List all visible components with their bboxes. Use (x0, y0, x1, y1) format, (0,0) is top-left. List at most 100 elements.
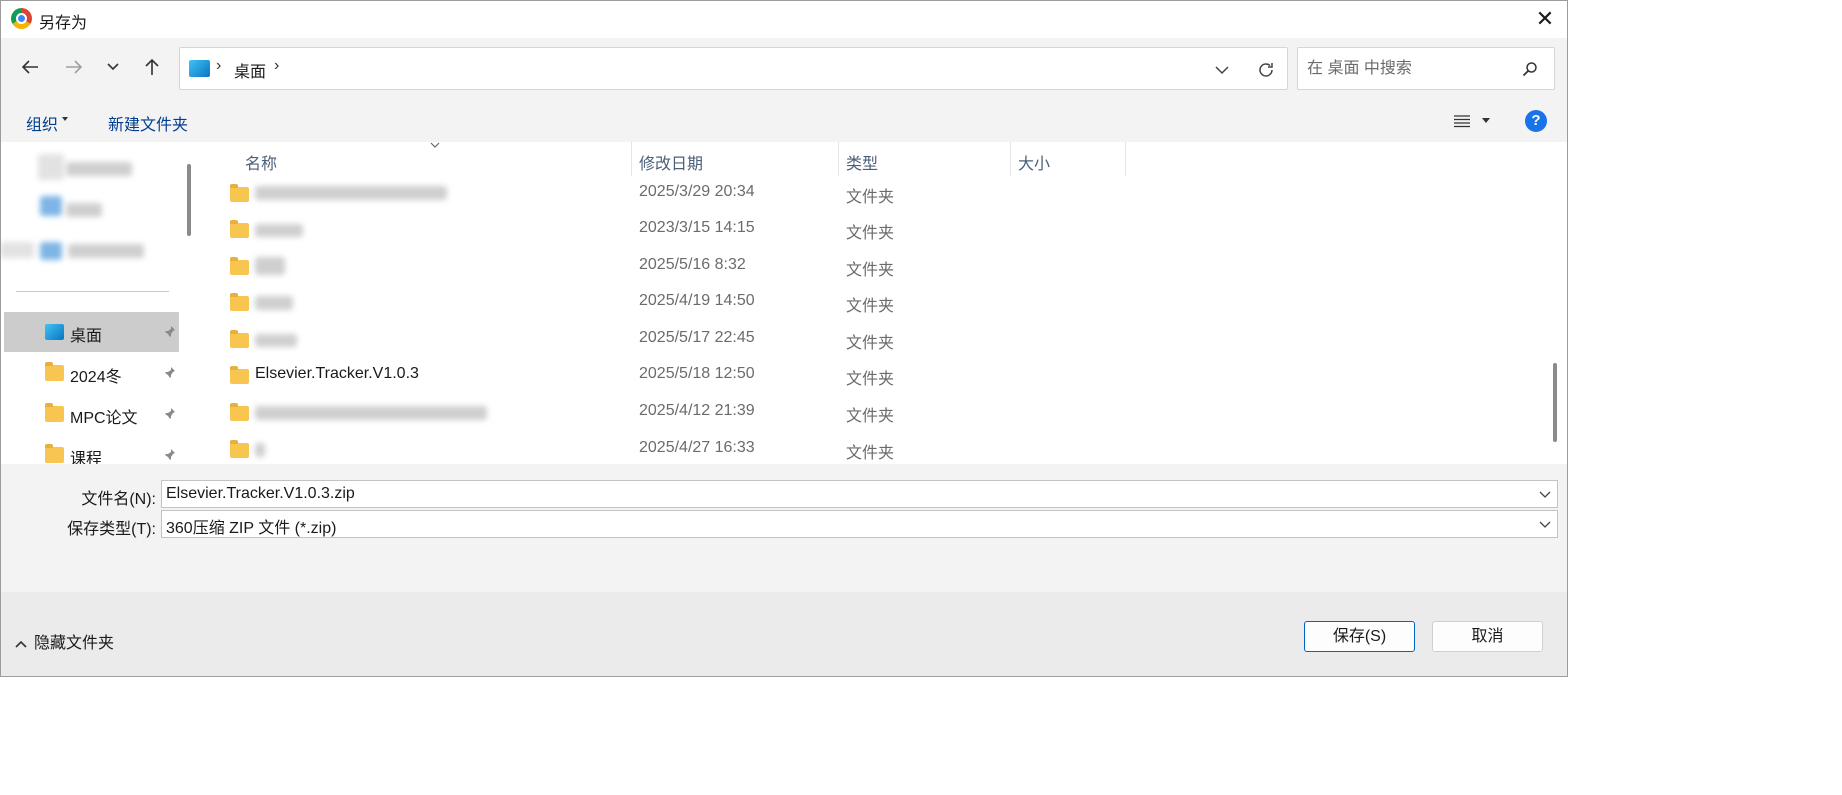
file-list-scrollbar[interactable] (1553, 363, 1557, 442)
file-date: 2025/5/16 8:32 (639, 256, 746, 273)
file-row[interactable]: 2025/5/16 8:32 文件夹 (202, 249, 1549, 285)
file-row[interactable]: 2025/4/12 21:39 文件夹 (202, 395, 1549, 431)
column-header-name[interactable]: 名称 (237, 142, 630, 176)
filetype-select[interactable]: 360压缩 ZIP 文件 (*.zip) (161, 510, 1558, 538)
up-arrow-icon (145, 58, 159, 75)
chevron-up-icon (15, 640, 27, 648)
filename-combobox[interactable] (161, 480, 1558, 508)
help-button[interactable]: ? (1525, 110, 1547, 132)
search-icon[interactable] (1520, 59, 1540, 79)
folder-icon (45, 444, 64, 463)
address-bar[interactable]: › 桌面 › (179, 47, 1288, 90)
file-row[interactable]: 2025/3/29 20:34 文件夹 (202, 176, 1549, 212)
caret-down-icon[interactable] (1482, 118, 1490, 123)
pin-icon (164, 408, 175, 420)
breadcrumb-separator[interactable]: › (216, 57, 221, 75)
file-row[interactable]: 2025/5/17 22:45 文件夹 (202, 322, 1549, 358)
column-divider[interactable] (1125, 142, 1126, 176)
search-input[interactable] (1307, 58, 1507, 80)
file-list: 名称 修改日期 类型 大小 2025/3/29 20:34 文件夹 2023/3… (202, 142, 1549, 464)
folder-icon (230, 220, 249, 238)
blurred-icon (40, 242, 62, 260)
command-toolbar: 组织 新建文件夹 ? (0, 100, 1568, 142)
file-name: Elsevier.Tracker.V1.0.3 (255, 365, 419, 382)
folder-icon (230, 257, 249, 275)
pin-icon (164, 449, 175, 461)
file-date: 2025/4/12 21:39 (639, 402, 755, 419)
blurred-filename (255, 186, 447, 200)
view-options-button[interactable] (1451, 110, 1473, 132)
chevron-down-icon[interactable] (1538, 517, 1552, 531)
up-button[interactable] (136, 51, 168, 83)
save-form-area: 文件名(N): 保存类型(T): 360压缩 ZIP 文件 (*.zip) 隐藏… (0, 464, 1568, 677)
column-header-modified[interactable]: 修改日期 (631, 142, 838, 176)
file-date: 2025/4/19 14:50 (639, 292, 755, 309)
file-row[interactable]: 2025/4/19 14:50 文件夹 (202, 285, 1549, 321)
file-date: 2025/5/17 22:45 (639, 329, 755, 346)
file-date: 2025/3/29 20:34 (639, 183, 755, 200)
recent-locations-button[interactable] (97, 51, 129, 83)
blurred-icon (40, 196, 62, 216)
blurred-filename (255, 406, 487, 420)
chevron-down-icon (1215, 66, 1229, 75)
sidebar-item-2024winter[interactable]: 2024冬 (4, 353, 179, 393)
address-dropdown-button[interactable] (1211, 59, 1233, 81)
filetype-label: 保存类型(T): (67, 521, 156, 538)
file-type: 文件夹 (846, 371, 895, 388)
blurred-label (66, 203, 102, 217)
folder-icon (230, 293, 249, 311)
breadcrumb-separator[interactable]: › (274, 57, 279, 75)
blurred-filename (255, 257, 285, 275)
sidebar-item-label: 2024冬 (70, 369, 122, 386)
close-button[interactable]: ✕ (1534, 8, 1556, 30)
blurred-label (66, 162, 132, 176)
caret-down-icon (62, 117, 68, 121)
file-date: 2025/4/27 16:33 (639, 439, 755, 456)
refresh-button[interactable] (1254, 58, 1278, 82)
blurred-filename (255, 296, 293, 310)
forward-button[interactable] (58, 51, 90, 83)
chrome-icon (11, 8, 32, 29)
back-arrow-icon (21, 60, 38, 74)
filename-label: 文件名(N): (81, 491, 156, 508)
chevron-down-icon (107, 63, 119, 71)
organize-menu[interactable]: 组织 (26, 111, 58, 135)
column-header-type[interactable]: 类型 (838, 142, 1010, 176)
file-type: 文件夹 (846, 335, 895, 352)
blurred-icon (0, 242, 34, 258)
chevron-down-icon[interactable] (1538, 487, 1552, 501)
back-button[interactable] (14, 51, 46, 83)
sidebar-item-desktop[interactable]: 桌面 (4, 312, 179, 352)
sidebar-scrollbar[interactable] (187, 164, 191, 236)
save-button[interactable]: 保存(S) (1304, 621, 1415, 652)
blurred-filename (255, 334, 297, 347)
refresh-icon (1259, 63, 1273, 77)
folder-icon (230, 366, 249, 384)
sidebar-item-mpc-papers[interactable]: MPC论文 (4, 394, 179, 434)
file-row[interactable]: 2023/3/15 14:15 文件夹 (202, 212, 1549, 248)
new-folder-button[interactable]: 新建文件夹 (108, 111, 188, 135)
hide-folders-label: 隐藏文件夹 (34, 635, 115, 652)
file-row[interactable]: 2025/4/27 16:33 文件夹 (202, 432, 1549, 464)
folder-icon (230, 440, 249, 458)
filename-input[interactable] (166, 484, 1506, 504)
sidebar-item-label: 桌面 (70, 328, 103, 345)
cancel-button[interactable]: 取消 (1432, 621, 1543, 652)
column-header-size[interactable]: 大小 (1010, 142, 1125, 176)
sidebar-item-label: MPC论文 (70, 410, 138, 427)
file-type: 文件夹 (846, 408, 895, 425)
breadcrumb-location[interactable]: 桌面 (234, 58, 266, 82)
list-view-icon (1454, 115, 1470, 128)
hide-folders-toggle[interactable]: 隐藏文件夹 (14, 629, 114, 653)
desktop-icon (189, 60, 210, 77)
folder-icon (45, 362, 64, 381)
divider (16, 291, 169, 292)
search-box[interactable] (1297, 47, 1555, 90)
desktop-folder-icon (45, 324, 64, 340)
folder-icon (230, 330, 249, 348)
folder-icon (45, 403, 64, 422)
file-row[interactable]: Elsevier.Tracker.V1.0.3 2025/5/18 12:50 … (202, 358, 1549, 394)
blurred-label (68, 244, 144, 258)
file-date: 2023/3/15 14:15 (639, 219, 755, 236)
sidebar-item-courses[interactable]: 课程 (4, 435, 179, 464)
